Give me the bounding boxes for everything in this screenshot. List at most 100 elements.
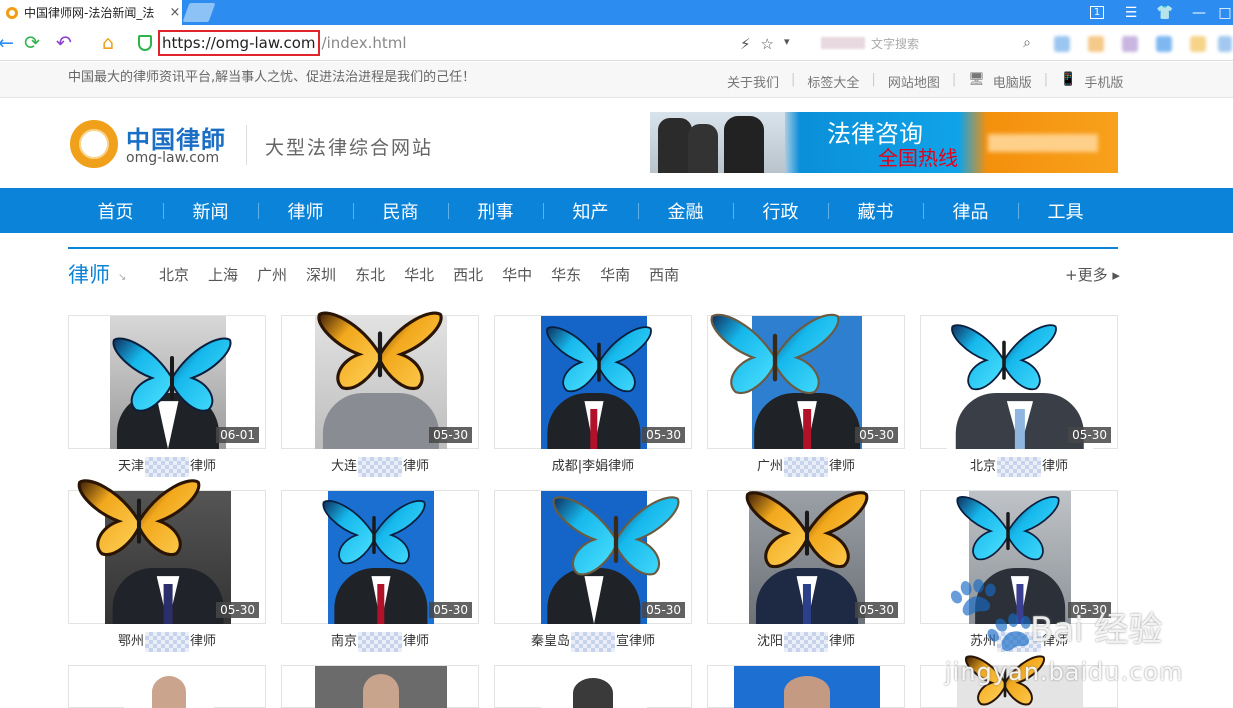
nav-item-books[interactable]: 藏书: [828, 188, 923, 233]
region-link[interactable]: 华东: [551, 264, 581, 285]
section-title[interactable]: 律师: [68, 259, 110, 289]
site-favicon-icon: [6, 6, 18, 19]
extension-icon[interactable]: [1054, 36, 1070, 52]
blurred-search-prefix: [821, 37, 865, 49]
new-tab-button[interactable]: [182, 3, 216, 22]
lawyer-photo: [124, 666, 214, 708]
lawyer-photo: [541, 666, 647, 708]
lawyer-photo: [734, 666, 880, 708]
top-link-mobile[interactable]: 手机版: [1084, 72, 1123, 91]
region-link[interactable]: 华中: [502, 264, 532, 285]
divider: |: [871, 72, 876, 87]
lawyer-card[interactable]: [68, 665, 266, 708]
logo-ring-icon: [70, 120, 118, 168]
undo-close-icon[interactable]: ↶: [52, 31, 76, 55]
card-date: 05-30: [1068, 427, 1111, 443]
butterfly-blue-icon: [322, 499, 426, 565]
address-bar[interactable]: https://omg-law.com /index.html: [130, 30, 810, 56]
lawyer-name[interactable]: 南京 律师: [281, 630, 479, 652]
lawyer-name[interactable]: 北京 律师: [920, 455, 1118, 477]
secure-shield-icon: [138, 35, 152, 51]
top-link-tags[interactable]: 标签大全: [807, 72, 859, 91]
corner-arrow-icon: ↘: [118, 272, 127, 283]
nav-item-ip[interactable]: 知产: [543, 188, 638, 233]
extension-icon[interactable]: [1122, 36, 1138, 52]
search-placeholder: 文字搜索: [871, 36, 920, 51]
nav-item-news[interactable]: 新闻: [163, 188, 258, 233]
region-link[interactable]: 东北: [355, 264, 385, 285]
region-link[interactable]: 西南: [649, 264, 679, 285]
lawyer-photo: [315, 666, 447, 708]
card-date: 05-30: [216, 602, 259, 618]
butterfly-blue-icon: [552, 496, 680, 576]
region-link[interactable]: 上海: [208, 264, 238, 285]
mosaic-mask: [784, 456, 828, 477]
lawyer-name[interactable]: 广州 律师: [707, 455, 905, 477]
lawyer-card[interactable]: [281, 665, 479, 708]
top-link-about[interactable]: 关于我们: [727, 72, 779, 91]
site-slogan: 中国最大的律师资讯平台,解当事人之忧、促进法治进程是我们的己任！: [68, 70, 476, 85]
region-link[interactable]: 广州: [257, 264, 287, 285]
divider: |: [951, 72, 957, 87]
star-icon[interactable]: ☆: [761, 35, 774, 53]
site-logo[interactable]: 中国律師 omg-law.com: [70, 118, 250, 170]
search-icon[interactable]: ⌕: [1023, 35, 1031, 51]
region-link[interactable]: 西北: [453, 264, 483, 285]
extension-icon[interactable]: [1088, 36, 1104, 52]
region-link[interactable]: 华北: [404, 264, 434, 285]
region-link[interactable]: 北京: [159, 264, 189, 285]
banner-photo: [650, 112, 785, 173]
nav-item-home[interactable]: 首页: [68, 188, 163, 233]
card-date: 05-30: [855, 427, 898, 443]
menu-icon[interactable]: ☰: [1116, 0, 1146, 25]
lawyer-name[interactable]: 鄂州 律师: [68, 630, 266, 652]
window-count-button[interactable]: 1: [1082, 0, 1112, 25]
extension-icon[interactable]: [1218, 36, 1232, 52]
lawyer-name[interactable]: 沈阳 律师: [707, 630, 905, 652]
nav-item-products[interactable]: 律品: [923, 188, 1018, 233]
address-bar-icons: ⚡ ☆ ▾: [740, 35, 790, 53]
card-date: 05-30: [429, 427, 472, 443]
butterfly-blue-icon: [956, 495, 1060, 561]
nav-item-tools[interactable]: 工具: [1018, 188, 1113, 233]
region-link[interactable]: 华南: [600, 264, 630, 285]
nav-item-civil[interactable]: 民商: [353, 188, 448, 233]
legal-consult-banner[interactable]: 法律咨询 全国热线: [650, 112, 1118, 173]
more-link[interactable]: +更多 ▸: [1065, 264, 1120, 285]
region-link[interactable]: 深圳: [306, 264, 336, 285]
lawyer-name[interactable]: 秦皇岛 宣律师: [494, 630, 692, 652]
butterfly-orange-icon: [77, 479, 201, 557]
butterfly-orange-icon: [964, 655, 1046, 706]
divider: |: [791, 72, 796, 87]
home-icon[interactable]: ⌂: [96, 31, 120, 55]
mosaic-mask: [784, 631, 828, 652]
divider: [246, 125, 247, 165]
nav-item-finance[interactable]: 金融: [638, 188, 733, 233]
extension-icon[interactable]: [1156, 36, 1172, 52]
top-link-sitemap[interactable]: 网站地图: [888, 72, 940, 91]
lawyer-name[interactable]: 成都|李娟律师: [494, 455, 692, 474]
extension-icon[interactable]: [1190, 36, 1206, 52]
tab-close-icon[interactable]: ×: [168, 5, 182, 20]
maximize-icon[interactable]: □: [1210, 0, 1233, 25]
skin-icon[interactable]: 👕: [1150, 0, 1180, 25]
card-date: 06-01: [216, 427, 259, 443]
top-link-desktop[interactable]: 电脑版: [993, 72, 1032, 91]
desktop-icon: 🖥: [968, 72, 985, 87]
refresh-icon[interactable]: ⟳: [20, 31, 44, 55]
top-links: 关于我们 | 标签大全 | 网站地图 | 🖥 电脑版 | 📱 手机版: [727, 72, 1123, 91]
site-top-strip: 中国最大的律师资讯平台,解当事人之忧、促进法治进程是我们的己任！ 关于我们 | …: [0, 62, 1233, 98]
browser-tab[interactable]: 中国律师网-法治新闻_法 ×: [0, 0, 182, 25]
mobile-icon: 📱: [1060, 72, 1077, 87]
lawyer-card[interactable]: [707, 665, 905, 708]
nav-item-lawyers[interactable]: 律师: [258, 188, 353, 233]
back-icon[interactable]: ←: [0, 31, 18, 55]
chevron-down-icon[interactable]: ▾: [784, 35, 790, 53]
search-box[interactable]: 文字搜索 ⌕: [815, 31, 1037, 55]
nav-item-admin[interactable]: 行政: [733, 188, 828, 233]
nav-item-criminal[interactable]: 刑事: [448, 188, 543, 233]
lawyer-name[interactable]: 大连 律师: [281, 455, 479, 477]
section-top-line: [68, 247, 1118, 249]
lightning-icon[interactable]: ⚡: [740, 35, 751, 53]
lawyer-card[interactable]: [494, 665, 692, 708]
